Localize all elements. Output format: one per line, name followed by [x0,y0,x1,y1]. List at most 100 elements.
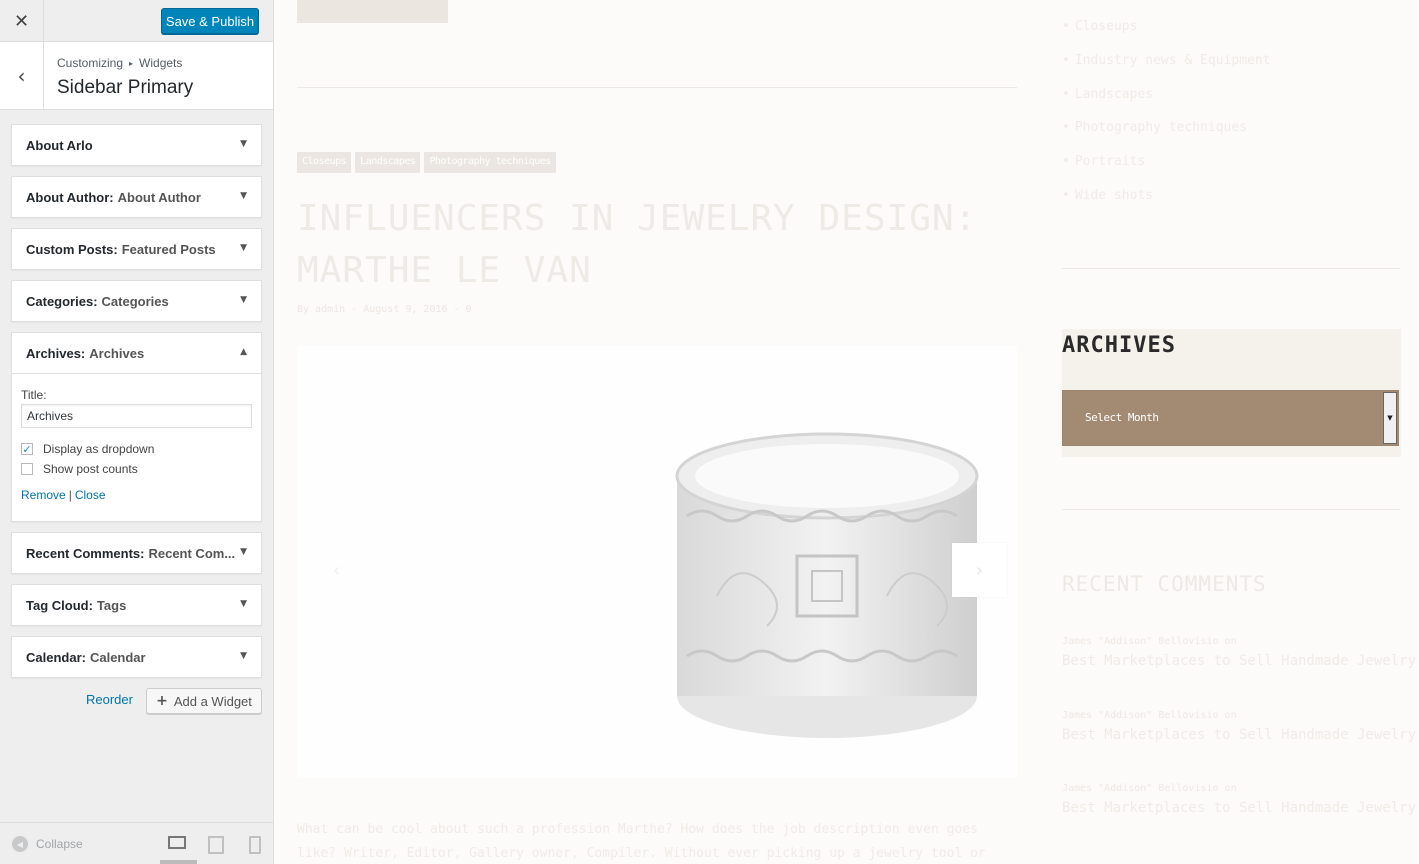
divider [1062,509,1400,510]
widget-archives[interactable]: Archives: Archives ▲ Title: ✓ Display as… [11,332,262,522]
display-dropdown-label: Display as dropdown [43,442,155,456]
expand-arrow-icon[interactable]: ▼ [240,191,247,201]
collapse-button[interactable]: ◀ Collapse [12,836,83,852]
widget-header[interactable]: Calendar: Calendar ▼ [12,637,261,677]
comment-author: James "Addison" Bellovisio on [1062,636,1237,647]
post-excerpt: What can be cool about such a profession… [297,822,986,861]
widget-categories[interactable]: Categories: Categories ▼ [11,280,262,322]
widget-subtitle: About Author [117,189,201,205]
widget-calendar[interactable]: Calendar: Calendar ▼ [11,636,262,678]
bracelet-image [675,432,979,738]
add-widget-button[interactable]: + Add a Widget [146,688,262,714]
widget-recent-comments[interactable]: Recent Comments: Recent Com... ▼ [11,532,262,574]
mobile-icon[interactable] [243,835,261,854]
widget-about-author[interactable]: About Author: About Author ▼ [11,176,262,218]
category-item[interactable]: Closeups [1062,10,1271,44]
expand-arrow-icon[interactable]: ▼ [240,295,247,305]
widget-custom-posts[interactable]: Custom Posts: Featured Posts ▼ [11,228,262,270]
widget-title: Tag Cloud: [26,597,93,613]
widget-header[interactable]: Custom Posts: Featured Posts ▼ [12,229,261,269]
save-publish-button[interactable]: Save & Publish [161,8,259,34]
recent-comment-item: James "Addison" Bellovisio on Best Marke… [1062,710,1416,743]
divider [1062,268,1400,269]
breadcrumb-separator-icon: ▸ [129,58,134,68]
collapse-arrow-icon: ◀ [12,836,28,852]
remove-link[interactable]: Remove [21,488,66,502]
show-counts-label: Show post counts [43,462,138,476]
show-counts-row[interactable]: Show post counts [21,462,252,476]
close-link[interactable]: Close [75,488,106,502]
widget-header[interactable]: Categories: Categories ▼ [12,281,261,321]
section-title: Sidebar Primary [57,77,194,98]
select-month-label: Select Month [1085,411,1159,424]
comment-post-link[interactable]: Best Marketplaces to Sell Handmade Jewel… [1062,653,1416,669]
desktop-icon[interactable] [167,835,186,851]
archives-widget-preview: ARCHIVES Select Month ▼ [1062,329,1401,457]
widget-title: Archives: [26,345,86,361]
widget-subtitle: Archives [89,345,145,361]
slider-next-icon[interactable]: › [952,543,1007,597]
widget-header[interactable]: Archives: Archives ▲ [12,333,261,373]
expand-arrow-icon[interactable]: ▼ [240,243,247,253]
title-input[interactable] [21,404,252,428]
customizer-topbar: ✕ Save & Publish [0,0,273,42]
customizer-footer: ◀ Collapse [0,822,273,864]
breadcrumb-customizing: Customizing [57,56,124,70]
active-device-indicator [160,860,197,864]
reorder-link[interactable]: Reorder [86,692,133,707]
category-item[interactable]: Photography techniques [1062,111,1271,145]
widget-header[interactable]: About Author: About Author ▼ [12,177,261,217]
read-more-button[interactable] [297,0,448,23]
expand-arrow-icon[interactable]: ▼ [240,139,247,149]
separator: | [68,488,72,502]
widget-archives-form: Title: ✓ Display as dropdown Show post c… [12,373,261,521]
select-month-dropdown[interactable]: Select Month ▼ [1062,390,1399,446]
display-dropdown-checkbox[interactable]: ✓ [21,443,33,455]
slider-prev-icon[interactable]: ‹ [333,560,340,581]
category-item[interactable]: Wide shots [1062,178,1271,212]
divider [297,87,1017,88]
breadcrumb-widgets: Widgets [139,56,183,70]
archives-title: ARCHIVES [1062,333,1176,358]
widget-title: About Arlo [26,137,93,153]
tag-link[interactable]: Closeups [297,152,352,173]
widget-about-arlo[interactable]: About Arlo ▼ [11,124,262,166]
expand-arrow-icon[interactable]: ▼ [240,599,247,609]
device-switcher [167,835,261,854]
add-widget-label: Add a Widget [173,693,252,709]
comment-post-link[interactable]: Best Marketplaces to Sell Handmade Jewel… [1062,800,1416,816]
show-counts-checkbox[interactable] [21,463,33,475]
dropdown-arrow-icon: ▼ [1383,392,1397,444]
comment-author: James "Addison" Bellovisio on [1062,783,1237,794]
recent-comment-item: James "Addison" Bellovisio on Best Marke… [1062,636,1416,669]
expand-arrow-icon[interactable]: ▼ [240,651,247,661]
customizer-sidebar: ✕ Save & Publish ‹ Customizing ▸ Widgets… [0,0,274,864]
recent-comment-item: James "Addison" Bellovisio on Best Marke… [1062,783,1416,816]
display-dropdown-row[interactable]: ✓ Display as dropdown [21,442,252,456]
widget-subtitle: Calendar [89,649,146,665]
widget-title: Custom Posts: [26,241,118,257]
widget-header[interactable]: Tag Cloud: Tags ▼ [12,585,261,625]
tag-link[interactable]: Landscapes [355,152,421,173]
comment-author: James "Addison" Bellovisio on [1062,710,1237,721]
comment-post-link[interactable]: Best Marketplaces to Sell Handmade Jewel… [1062,727,1416,743]
widget-subtitle: Tags [96,597,127,613]
post-title[interactable]: INFLUENCERS IN JEWELRY DESIGN: MARTHE LE… [297,193,1017,297]
expand-arrow-icon[interactable]: ▼ [240,547,247,557]
back-arrow-icon[interactable]: ‹ [0,42,44,109]
close-icon[interactable]: ✕ [0,0,44,42]
widget-header[interactable]: About Arlo ▼ [12,125,261,165]
category-item[interactable]: Portraits [1062,145,1271,179]
post-image-slider: ‹ › [297,346,1017,778]
widget-tag-cloud[interactable]: Tag Cloud: Tags ▼ [11,584,262,626]
category-item[interactable]: Industry news & Equipment [1062,44,1271,78]
recent-comments-title: RECENT COMMENTS [1062,572,1267,596]
collapse-arrow-icon[interactable]: ▲ [240,347,247,357]
breadcrumb: Customizing ▸ Widgets [57,56,182,70]
section-header: ‹ Customizing ▸ Widgets Sidebar Primary [0,42,273,110]
tag-link[interactable]: Photography techniques [424,152,556,173]
tablet-icon[interactable] [205,835,224,854]
widget-header[interactable]: Recent Comments: Recent Com... ▼ [12,533,261,573]
collapse-label: Collapse [36,837,83,851]
category-item[interactable]: Landscapes [1062,77,1271,111]
